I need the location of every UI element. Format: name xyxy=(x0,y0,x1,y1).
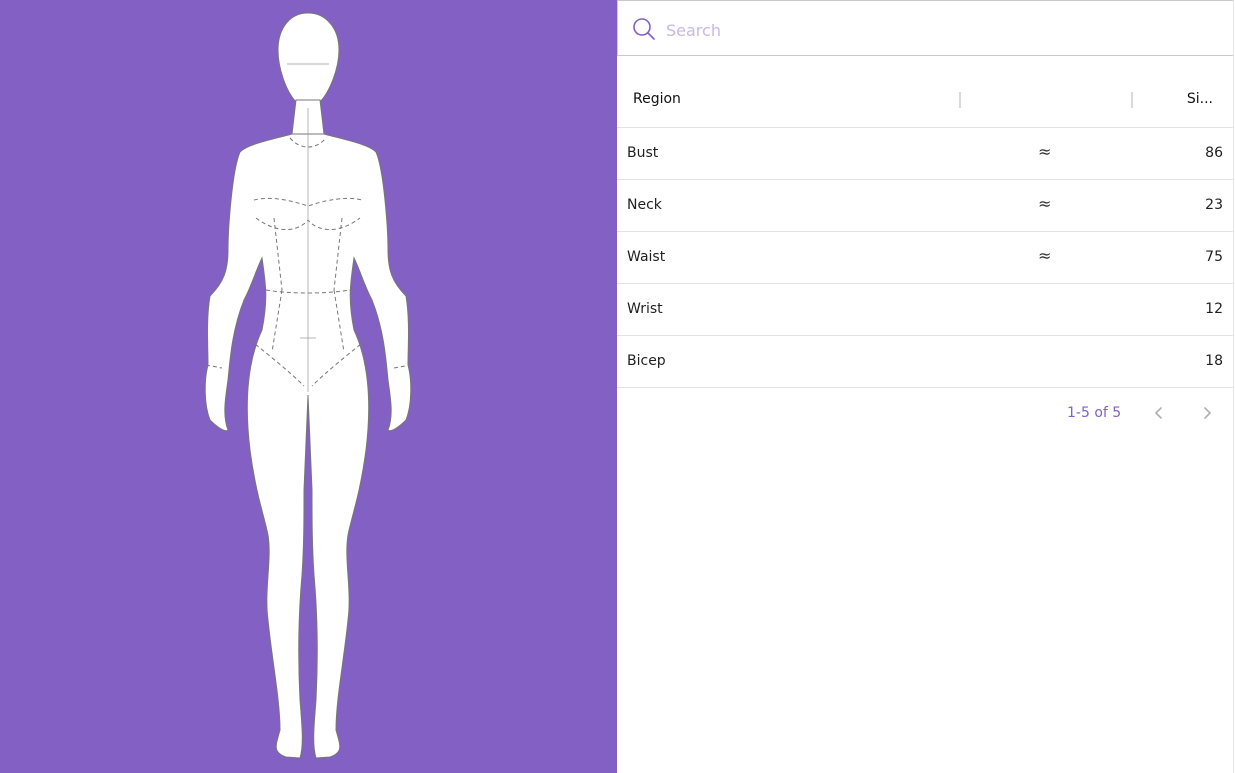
region-cell: Neck xyxy=(627,197,662,213)
panel-border xyxy=(1233,0,1234,773)
approx-icon: ≈ xyxy=(1038,194,1052,213)
size-cell: 86 xyxy=(1205,145,1223,161)
next-page-button[interactable] xyxy=(1196,402,1218,424)
previous-page-button[interactable] xyxy=(1148,402,1170,424)
search-input[interactable] xyxy=(664,15,1208,45)
table-row[interactable]: Bust ≈ 86 xyxy=(617,128,1233,180)
table-row[interactable]: Wrist 12 xyxy=(617,284,1233,336)
size-cell: 23 xyxy=(1205,197,1223,213)
table-row[interactable]: Bicep 18 xyxy=(617,336,1233,388)
chevron-right-icon xyxy=(1204,407,1211,419)
approx-icon: ≈ xyxy=(1038,246,1052,265)
region-cell: Bicep xyxy=(627,353,666,369)
measurements-table: Region Si... Bust ≈ 86 Neck ≈ 23 Waist ≈… xyxy=(617,74,1233,388)
table-row[interactable]: Waist ≈ 75 xyxy=(617,232,1233,284)
region-cell: Bust xyxy=(627,145,659,161)
approx-icon: ≈ xyxy=(1038,142,1052,161)
size-cell: 12 xyxy=(1205,301,1223,317)
body-figure-panel xyxy=(0,0,617,773)
body-figure-illustration xyxy=(204,12,412,759)
region-cell: Waist xyxy=(627,249,666,265)
size-cell: 75 xyxy=(1205,249,1223,265)
table-header: Region Si... xyxy=(617,74,1233,128)
pagination-range: 1-5 of 5 xyxy=(1067,405,1122,421)
size-cell: 18 xyxy=(1205,353,1223,369)
column-header-size[interactable]: Si... xyxy=(1185,91,1213,107)
region-cell: Wrist xyxy=(627,301,663,317)
search-icon xyxy=(633,18,655,40)
column-header-region[interactable]: Region xyxy=(633,91,681,107)
measurements-panel: Region Si... Bust ≈ 86 Neck ≈ 23 Waist ≈… xyxy=(617,0,1235,773)
column-resize-handle[interactable] xyxy=(1131,92,1133,108)
search-bar xyxy=(617,0,1234,56)
table-row[interactable]: Neck ≈ 23 xyxy=(617,180,1233,232)
chevron-left-icon xyxy=(1155,407,1162,419)
pagination: 1-5 of 5 xyxy=(617,392,1233,432)
column-resize-handle[interactable] xyxy=(959,92,961,108)
